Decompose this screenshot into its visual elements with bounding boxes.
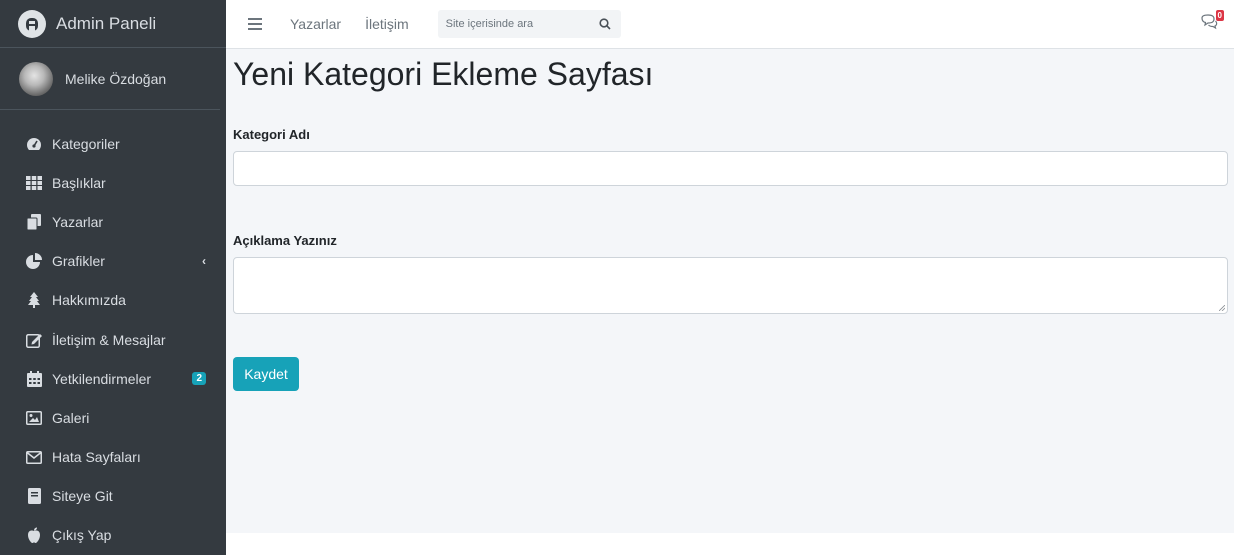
sidebar-item-label: Çıkış Yap [52,527,112,544]
category-name-label: Kategori Adı [233,127,310,142]
count-badge: 2 [192,372,206,386]
messages-badge: 0 [1215,10,1224,21]
navbar-search [437,10,621,38]
sidebar-item-grafikler[interactable]: Grafikler ‹ [0,242,226,281]
nav-link-iletisim[interactable]: İletişim [365,16,409,32]
sidebar-item-yazarlar[interactable]: Yazarlar [0,202,226,241]
sidebar-item-cikis-yap[interactable]: Çıkış Yap [0,516,226,555]
sidebar-item-basliklar[interactable]: Başlıklar [0,163,226,202]
sidebar-item-siteye-git[interactable]: Siteye Git [0,477,226,516]
menu-toggle-icon[interactable] [248,18,262,30]
save-button[interactable]: Kaydet [233,357,299,391]
sidebar-item-label: İletişim & Mesajlar [52,331,166,348]
sidebar-item-label: Kategoriler [52,135,120,152]
user-panel[interactable]: Melike Özdoğan [0,48,220,110]
brand-title: Admin Paneli [56,13,157,33]
description-textarea[interactable] [233,257,1228,314]
sidebar-item-label: Siteye Git [52,488,113,505]
resize-handle-icon[interactable] [1219,305,1225,311]
pie-chart-icon [25,253,43,270]
sidebar-item-iletisim[interactable]: İletişim & Mesajlar [0,320,226,359]
page-title: Yeni Kategori Ekleme Sayfası [233,56,654,92]
user-name: Melike Özdoğan [65,70,167,87]
messages-button[interactable]: 0 [1200,10,1224,32]
avatar [19,61,53,96]
sidebar-item-kategoriler[interactable]: Kategoriler [0,124,226,163]
edit-icon [25,332,43,348]
copy-icon [25,213,43,230]
sidebar-item-galeri[interactable]: Galeri [0,398,226,437]
top-navbar: Yazarlar İletişim 0 [226,0,1234,49]
sidebar-item-label: Galeri [52,409,90,426]
sidebar-item-label: Hakkımızda [52,292,126,309]
sidebar-item-yetkilendirmeler[interactable]: Yetkilendirmeler 2 [0,359,226,398]
calendar-icon [25,370,43,387]
brand-link[interactable]: Admin Paneli [0,0,226,48]
chevron-left-icon[interactable]: ‹ [202,254,206,268]
sidebar-item-label: Hata Sayfaları [52,449,141,466]
sidebar-item-label: Grafikler [52,253,105,270]
book-icon [25,488,43,505]
search-icon[interactable] [597,16,613,32]
brand-logo [18,9,46,38]
sidebar-item-label: Yetkilendirmeler [52,370,152,387]
sidebar-item-label: Yazarlar [52,213,104,230]
tree-icon [25,292,43,309]
description-label: Açıklama Yazınız [233,233,337,248]
grid-icon [25,175,43,191]
category-name-input[interactable] [233,151,1228,186]
sidebar-nav: Kategoriler Başlıklar Yazarlar Grafikler… [0,110,226,555]
sidebar: Admin Paneli Melike Özdoğan Kategoriler … [0,0,226,555]
sidebar-item-hata-sayfalari[interactable]: Hata Sayfaları [0,438,226,477]
envelope-icon [25,449,43,465]
tachometer-icon [25,136,43,152]
apple-icon [25,527,43,544]
image-icon [25,410,43,426]
search-input[interactable] [445,18,597,30]
nav-link-yazarlar[interactable]: Yazarlar [290,16,341,32]
sidebar-item-hakkimizda[interactable]: Hakkımızda [0,281,226,320]
sidebar-item-label: Başlıklar [52,174,106,191]
main-content: Yeni Kategori Ekleme Sayfası Kategori Ad… [226,49,1234,533]
